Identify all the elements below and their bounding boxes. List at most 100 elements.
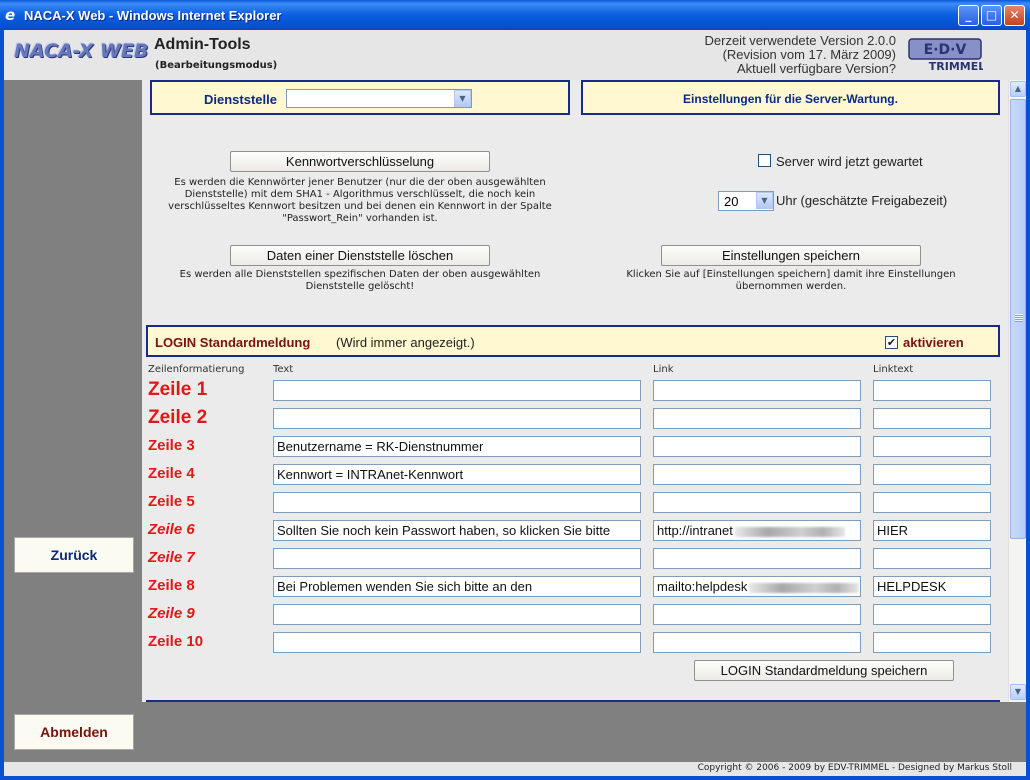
- login-message-panel: LOGIN Standardmeldung (Wird immer angeze…: [146, 325, 1000, 357]
- version-current: Derzeit verwendete Version 2.0.0: [704, 33, 897, 48]
- text-input[interactable]: Kennwort = INTRAnet-Kennwort: [273, 464, 641, 485]
- text-input[interactable]: Sollten Sie noch kein Passwort haben, so…: [273, 520, 641, 541]
- text-input[interactable]: [273, 408, 641, 429]
- back-button[interactable]: Zurück: [14, 537, 134, 573]
- row-label: Zeile 1: [148, 379, 208, 400]
- encrypt-passwords-button[interactable]: Kennwortverschlüsselung: [230, 151, 490, 172]
- chevron-up-icon[interactable]: ▲: [1010, 81, 1026, 97]
- page-footer: Copyright © 2006 - 2009 by EDV-TRIMMEL -…: [4, 762, 1026, 776]
- sidebar: Zurück Abmelden: [4, 80, 142, 762]
- window-title-bar[interactable]: e NACA-X Web - Windows Internet Explorer…: [0, 0, 1030, 30]
- chevron-down-icon[interactable]: ▼: [454, 90, 471, 107]
- window-frame-right: [1026, 30, 1030, 780]
- save-settings-description: Klicken Sie auf [Einstellungen speichern…: [626, 269, 956, 292]
- linktext-input-value: HELPDESK: [877, 579, 947, 594]
- link-input[interactable]: [653, 548, 861, 569]
- minimize-button[interactable]: _: [958, 5, 979, 26]
- link-input[interactable]: [653, 632, 861, 653]
- version-available[interactable]: Aktuell verfügbare Version?: [705, 62, 896, 76]
- redacted-url: [749, 582, 860, 593]
- row-label: Zeile 9: [148, 605, 195, 622]
- column-header-linktext: Linktext: [873, 364, 914, 375]
- link-input[interactable]: [653, 436, 861, 457]
- page-header: NACA-X WEB Admin-Tools (Bearbeitungsmodu…: [4, 30, 1026, 80]
- row-label: Zeile 2: [148, 407, 208, 428]
- activate-label: aktivieren: [903, 335, 964, 350]
- vertical-scrollbar[interactable]: ▲ ▼: [1008, 80, 1026, 702]
- row-label: Zeile 3: [148, 437, 195, 454]
- linktext-input[interactable]: HELPDESK: [873, 576, 991, 597]
- save-settings-button[interactable]: Einstellungen speichern: [661, 245, 921, 266]
- close-button[interactable]: ✕: [1004, 5, 1025, 26]
- link-input[interactable]: [653, 380, 861, 401]
- encrypt-passwords-description: Es werden die Kennwörter jener Benutzer …: [168, 177, 552, 224]
- page-subtitle: (Bearbeitungsmodus): [155, 60, 278, 71]
- svg-text:E·D·V: E·D·V: [924, 42, 967, 58]
- text-input[interactable]: [273, 380, 641, 401]
- page-title: Admin-Tools: [154, 36, 251, 53]
- maintenance-label: Server wird jetzt gewartet: [776, 154, 923, 169]
- content-bottom-area: [142, 702, 1026, 762]
- login-message-title: LOGIN Standardmeldung: [155, 335, 311, 350]
- link-input[interactable]: [653, 464, 861, 485]
- text-input-value: Kennwort = INTRAnet-Kennwort: [277, 467, 464, 482]
- linktext-input[interactable]: [873, 492, 991, 513]
- dienststelle-label: Dienststelle: [204, 92, 277, 107]
- activate-checkbox[interactable]: ✔: [885, 336, 898, 349]
- edv-trimmel-logo: E·D·V TRIMMEL: [908, 38, 983, 73]
- text-input[interactable]: [273, 548, 641, 569]
- dienststelle-select[interactable]: ▼: [286, 89, 472, 108]
- text-input[interactable]: [273, 604, 641, 625]
- version-revision: (Revision vom 17. März 2009): [722, 47, 896, 62]
- link-input[interactable]: [653, 408, 861, 429]
- linktext-input[interactable]: [873, 464, 991, 485]
- save-login-message-button[interactable]: LOGIN Standardmeldung speichern: [694, 660, 954, 681]
- hour-select[interactable]: 20 ▼: [718, 191, 774, 211]
- linktext-input[interactable]: [873, 380, 991, 401]
- linktext-input[interactable]: [873, 436, 991, 457]
- linktext-input[interactable]: [873, 548, 991, 569]
- chevron-down-icon[interactable]: ▼: [1010, 684, 1026, 700]
- row-label: Zeile 10: [148, 633, 204, 650]
- column-header-link: Link: [653, 364, 674, 375]
- copyright-text: Copyright © 2006 - 2009 by EDV-TRIMMEL -…: [697, 763, 1012, 773]
- linktext-input[interactable]: HIER: [873, 520, 991, 541]
- text-input[interactable]: [273, 632, 641, 653]
- linktext-input[interactable]: [873, 408, 991, 429]
- link-input-value: mailto:helpdesk: [657, 579, 748, 594]
- chevron-down-icon[interactable]: ▼: [756, 192, 773, 209]
- row-label: Zeile 5: [148, 493, 195, 510]
- ie-app-icon: e: [5, 6, 16, 24]
- link-input[interactable]: mailto:helpdesk: [653, 576, 861, 597]
- linktext-input[interactable]: [873, 632, 991, 653]
- row-label: Zeile 8: [148, 577, 195, 594]
- text-input[interactable]: [273, 492, 641, 513]
- delete-dienststelle-button[interactable]: Daten einer Dienststelle löschen: [230, 245, 490, 266]
- link-input-value: http://intranet: [657, 523, 733, 538]
- hour-value: 20: [724, 194, 739, 209]
- linktext-input-value: HIER: [877, 523, 909, 538]
- logout-button[interactable]: Abmelden: [14, 714, 134, 750]
- text-input[interactable]: Bei Problemen wenden Sie sich bitte an d…: [273, 576, 641, 597]
- link-input[interactable]: [653, 604, 861, 625]
- maximize-button[interactable]: □: [981, 5, 1002, 26]
- link-input[interactable]: [653, 492, 861, 513]
- row-label: Zeile 4: [148, 465, 195, 482]
- window-title: NACA-X Web - Windows Internet Explorer: [24, 8, 282, 23]
- server-maintenance-title: Einstellungen für die Server-Wartung.: [683, 92, 898, 106]
- text-input[interactable]: Benutzername = RK-Dienstnummer: [273, 436, 641, 457]
- maintenance-checkbox[interactable]: [758, 154, 771, 167]
- scrollbar-thumb[interactable]: [1010, 99, 1026, 539]
- window-frame-bottom: [0, 776, 1030, 780]
- login-message-note: (Wird immer angezeigt.): [336, 335, 475, 350]
- row-label: Zeile 7: [148, 549, 195, 566]
- delete-dienststelle-description: Es werden alle Dienststellen spezifische…: [179, 269, 541, 292]
- link-input[interactable]: http://intranet: [653, 520, 861, 541]
- naca-x-logo: NACA-X WEB: [14, 40, 149, 62]
- linktext-input[interactable]: [873, 604, 991, 625]
- column-header-format: Zeilenformatierung: [148, 364, 245, 375]
- dienststelle-panel: Dienststelle ▼: [150, 80, 570, 115]
- redacted-url: [734, 526, 845, 537]
- version-info: Derzeit verwendete Version 2.0.0 (Revisi…: [705, 34, 897, 76]
- text-input-value: Sollten Sie noch kein Passwort haben, so…: [277, 523, 611, 538]
